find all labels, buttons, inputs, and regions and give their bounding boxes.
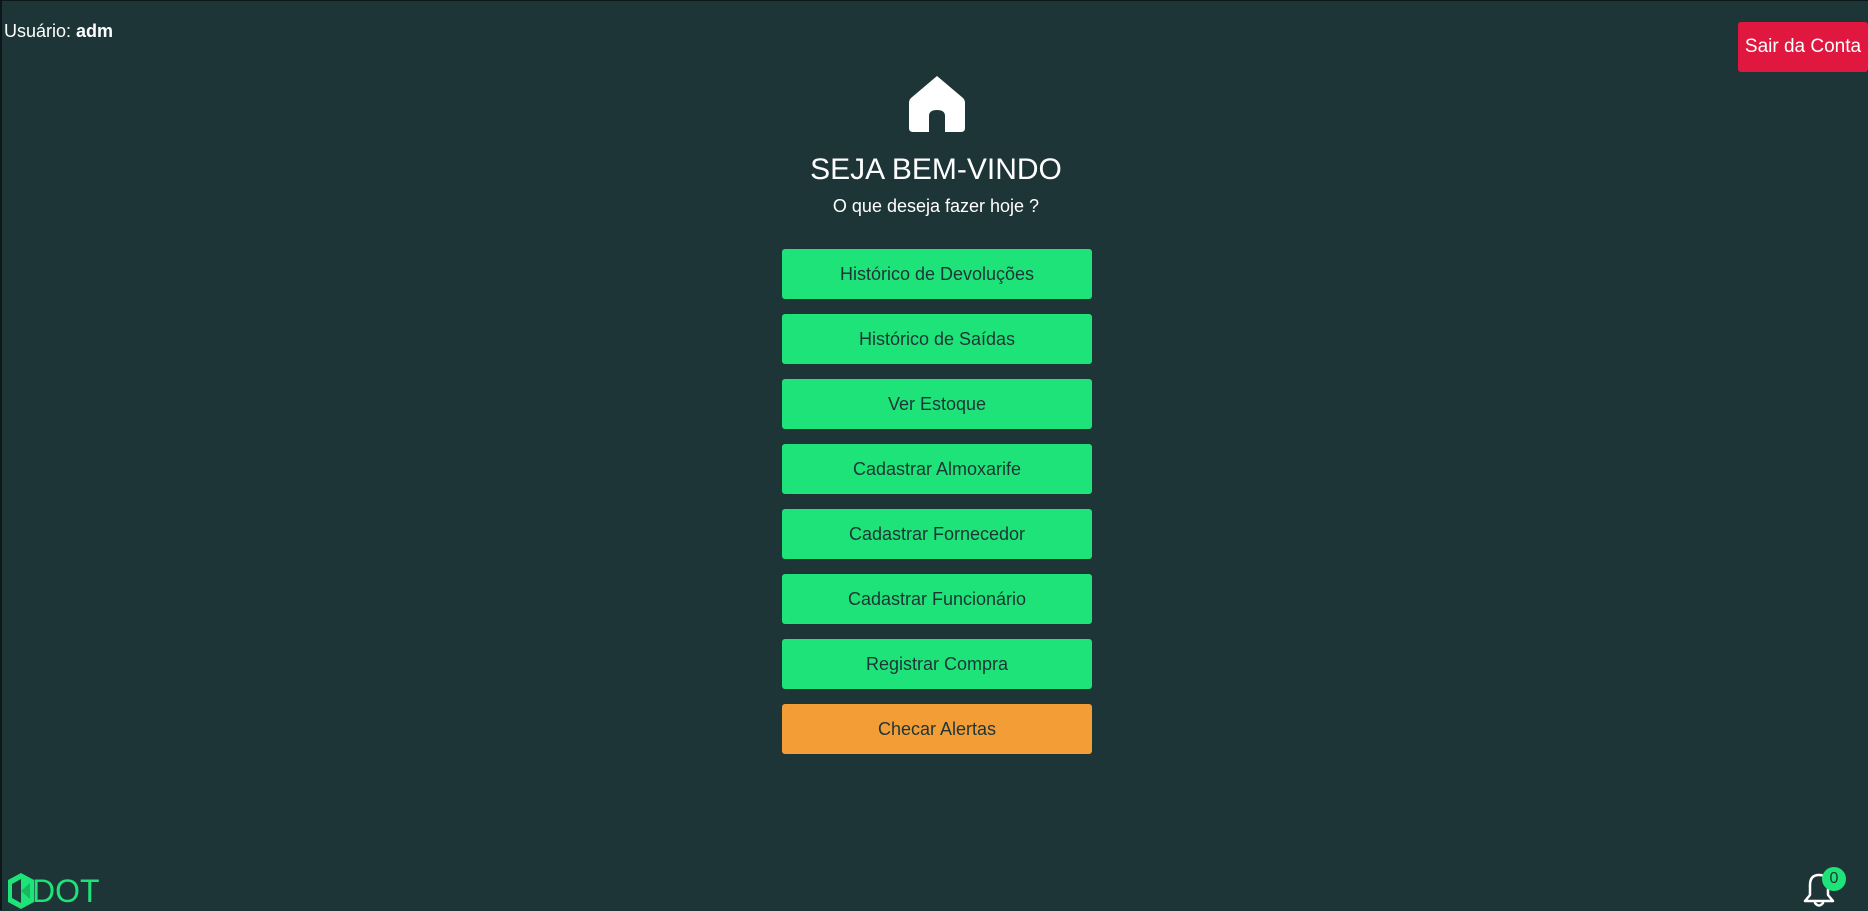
register-purchase-button[interactable]: Registrar Compra [782, 639, 1092, 689]
register-employee-button[interactable]: Cadastrar Funcionário [782, 574, 1092, 624]
home-icon [909, 76, 965, 132]
logo: DOT [8, 872, 100, 910]
logo-text: DOT [32, 873, 100, 909]
page-title: SEJA BEM-VINDO [810, 153, 1062, 186]
register-storekeeper-button[interactable]: Cadastrar Almoxarife [782, 444, 1092, 494]
user-label: Usuário: [4, 21, 72, 41]
exit-history-button[interactable]: Histórico de Saídas [782, 314, 1092, 364]
user-name: adm [76, 21, 114, 41]
main-menu: Histórico de Devoluções Histórico de Saí… [782, 249, 1092, 754]
view-stock-button[interactable]: Ver Estoque [782, 379, 1092, 429]
page-subtitle: O que deseja fazer hoje ? [832, 196, 1040, 216]
notification-button[interactable]: 0 [1802, 867, 1846, 911]
check-alerts-button[interactable]: Checar Alertas [782, 704, 1092, 754]
logo-mark-icon [8, 873, 34, 909]
register-supplier-button[interactable]: Cadastrar Fornecedor [782, 509, 1092, 559]
logout-button[interactable]: Sair da Conta [1738, 22, 1868, 72]
return-history-button[interactable]: Histórico de Devoluções [782, 249, 1092, 299]
user-info: Usuário: adm [4, 21, 113, 42]
notification-count-badge: 0 [1822, 867, 1846, 891]
